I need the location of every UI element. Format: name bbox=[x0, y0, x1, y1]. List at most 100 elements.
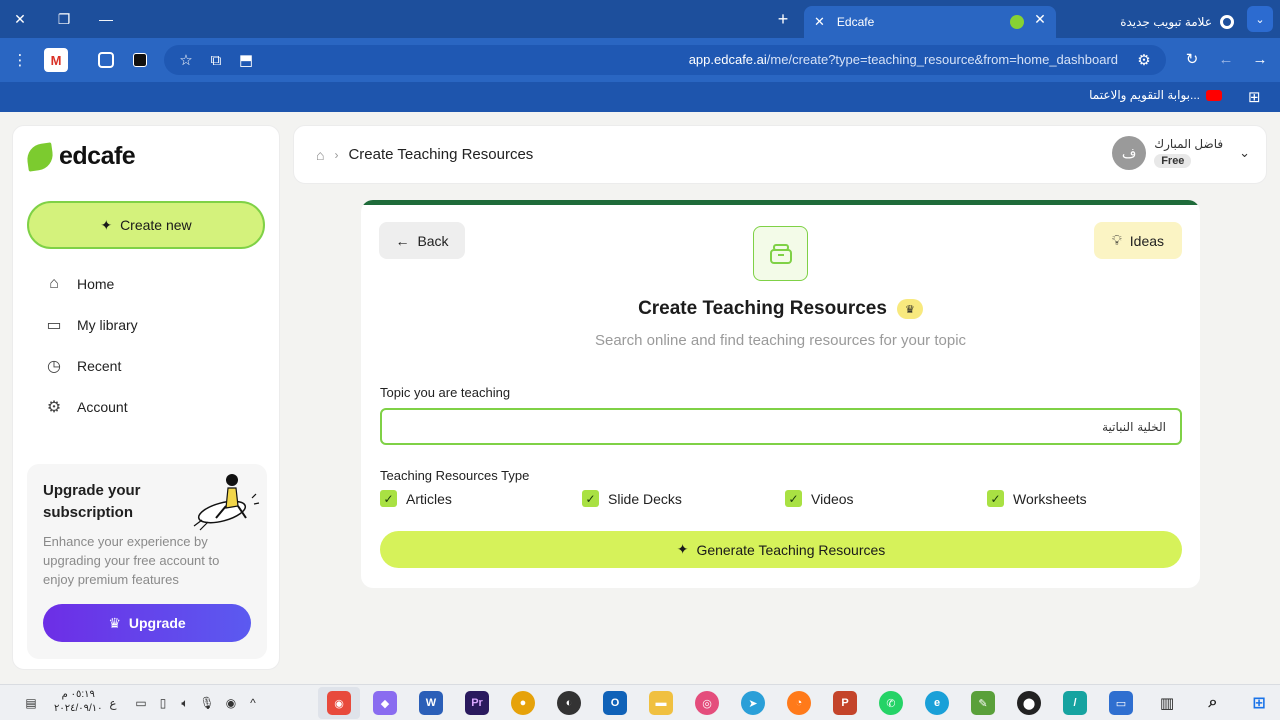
chevron-up-icon[interactable]: ^ bbox=[244, 694, 262, 712]
window-restore-icon[interactable]: ❐ bbox=[52, 7, 76, 31]
app-maps-icon[interactable]: ⬤ bbox=[1017, 691, 1041, 715]
chevron-down-icon[interactable]: ⌄ bbox=[1239, 145, 1250, 161]
forward-arrow-icon[interactable]: → bbox=[1248, 47, 1272, 71]
sidebar-item-label: My library bbox=[77, 317, 138, 333]
new-tab-icon[interactable]: + bbox=[771, 7, 795, 31]
battery-icon[interactable]: ▯ bbox=[154, 694, 172, 712]
bookmark-item[interactable]: بوابة التقويم والاعتما... bbox=[1089, 88, 1222, 102]
page-title: Create Teaching Resources ♛ bbox=[361, 298, 1200, 320]
avatar: ف bbox=[1112, 136, 1147, 170]
check-icon: ✓ bbox=[380, 490, 397, 507]
app-photos-icon[interactable]: ◎ bbox=[695, 691, 719, 715]
install-app-icon[interactable]: ⬒ bbox=[234, 48, 258, 72]
chevron-right-icon: › bbox=[334, 147, 339, 162]
app-whatsapp-icon[interactable]: ✆ bbox=[879, 691, 903, 715]
sparkle-icon: ✦ bbox=[100, 216, 113, 233]
window-minimize-icon[interactable]: — bbox=[94, 7, 118, 31]
checkbox-label: Worksheets bbox=[1013, 490, 1087, 507]
tab-edcafe[interactable]: ✕ Edcafe bbox=[804, 6, 1056, 38]
home-icon[interactable]: ⌂ bbox=[316, 147, 324, 163]
back-button[interactable]: ← Back bbox=[379, 222, 465, 259]
app-edcafe-icon[interactable]: ◉ bbox=[327, 691, 351, 715]
sidebar-item-recent[interactable]: ◷ Recent bbox=[43, 355, 121, 377]
create-new-button[interactable]: ✦ Create new bbox=[27, 201, 265, 249]
url-text: app.edcafe.ai/me/create?type=teaching_re… bbox=[688, 52, 1118, 67]
back-arrow-icon[interactable]: ← bbox=[1214, 47, 1238, 71]
upgrade-description: Enhance your experience by upgrading you… bbox=[43, 534, 220, 587]
clock[interactable]: ٠٥:١٩ م ٢٠٢٤/٠٩/١٠ bbox=[54, 688, 103, 716]
edcafe-logo[interactable]: edcafe bbox=[25, 141, 136, 172]
app-outlook-icon[interactable]: O bbox=[603, 691, 627, 715]
language-indicator[interactable]: ع bbox=[104, 694, 122, 712]
extensions-icon[interactable] bbox=[94, 48, 118, 72]
app-word-icon[interactable]: W bbox=[419, 691, 443, 715]
site-settings-icon[interactable]: ⚙ bbox=[1132, 48, 1156, 72]
user-name: فاضل المبارك bbox=[1154, 137, 1224, 151]
app-powerpoint-icon[interactable]: P bbox=[833, 691, 857, 715]
recording-icon[interactable]: ◉ bbox=[222, 694, 240, 712]
app-pen-icon[interactable]: / bbox=[1063, 691, 1087, 715]
app-telegram-icon[interactable]: ➤ bbox=[741, 691, 765, 715]
tab-search-icon[interactable]: ⌄ bbox=[1247, 6, 1273, 32]
gmail-icon[interactable]: M bbox=[44, 48, 68, 72]
address-bar[interactable]: ☆ ⧉ ⬒ app.edcafe.ai/me/create?type=teach… bbox=[164, 45, 1166, 75]
sidebar-item-home[interactable]: ⌂ Home bbox=[43, 273, 114, 295]
app-widget-icon[interactable]: ▭ bbox=[1109, 691, 1133, 715]
clock-time: ٠٥:١٩ م bbox=[61, 689, 95, 700]
menu-dots-icon[interactable]: ⋮ bbox=[8, 48, 32, 72]
breadcrumb: ⌂ › Create Teaching Resources bbox=[316, 146, 533, 163]
resource-type-options: ✓ Articles ✓ Slide Decks ✓ Videos ✓ Work… bbox=[380, 490, 1182, 510]
reload-icon[interactable]: ↻ bbox=[1180, 47, 1204, 71]
title-text: Create Teaching Resources bbox=[638, 298, 887, 319]
crown-icon: ♛ bbox=[896, 299, 923, 319]
generate-label: Generate Teaching Resources bbox=[696, 541, 886, 558]
sidebar: edcafe ✦ Create new ⌂ Home ▭ My library … bbox=[12, 125, 280, 670]
checkbox-worksheets[interactable]: ✓ Worksheets bbox=[987, 490, 1087, 507]
app-firefox-icon[interactable]: ◔ bbox=[787, 691, 811, 715]
tab-close-icon[interactable]: ✕ bbox=[814, 14, 825, 30]
topic-input[interactable] bbox=[380, 408, 1182, 445]
apps-grid-icon[interactable]: ⊞ bbox=[1248, 88, 1261, 106]
generate-button[interactable]: ✦ Generate Teaching Resources bbox=[380, 531, 1182, 568]
checkbox-slide-decks[interactable]: ✓ Slide Decks bbox=[582, 490, 682, 507]
check-icon: ✓ bbox=[785, 490, 802, 507]
checkbox-articles[interactable]: ✓ Articles bbox=[380, 490, 452, 507]
app-edge-icon[interactable]: e bbox=[925, 691, 949, 715]
windows-start-icon[interactable]: ⊞ bbox=[1247, 691, 1271, 715]
app-chrome-icon[interactable]: ● bbox=[511, 691, 535, 715]
ideas-button[interactable]: 💡︎ Ideas bbox=[1094, 222, 1182, 259]
notification-icon[interactable]: ▤ bbox=[22, 694, 40, 712]
tab-new-tab[interactable]: علامة تبويب جديدة bbox=[1110, 6, 1240, 38]
ideas-label: Ideas bbox=[1129, 232, 1165, 249]
search-icon[interactable]: ⌕ bbox=[1201, 691, 1225, 715]
plan-badge: Free bbox=[1154, 154, 1192, 168]
bookmark-star-icon[interactable]: ☆ bbox=[174, 48, 198, 72]
translate-icon[interactable]: ⧉ bbox=[204, 48, 228, 72]
sidebar-item-account[interactable]: ⚙ Account bbox=[43, 396, 128, 418]
user-menu[interactable]: ف فاضل المبارك Free ⌄ bbox=[1112, 136, 1250, 170]
sidebar-item-label: Recent bbox=[77, 358, 122, 374]
app-copilot-icon[interactable]: ◆ bbox=[373, 691, 397, 715]
checkbox-videos[interactable]: ✓ Videos bbox=[785, 490, 854, 507]
tab-close-icon[interactable]: ✕ bbox=[1028, 7, 1052, 31]
app-obs-icon[interactable]: ◐ bbox=[557, 691, 581, 715]
logo-text: edcafe bbox=[59, 142, 136, 170]
task-view-icon[interactable]: ▥ bbox=[1155, 691, 1179, 715]
windows-taskbar: ▤ ٠٥:١٩ م ٢٠٢٤/٠٩/١٠ ع ▭ ▯ 🔈︎ 🎙︎ ◉ ^ ◉ ◆… bbox=[0, 684, 1280, 720]
checkbox-label: Articles bbox=[406, 490, 452, 507]
app-tool-icon[interactable]: ✎ bbox=[971, 691, 995, 715]
upgrade-card: Upgrade your subscription Enhance your e… bbox=[27, 464, 267, 659]
resource-types-label: Teaching Resources Type bbox=[380, 468, 530, 483]
network-icon[interactable]: ▭ bbox=[132, 694, 150, 712]
app-premiere-icon[interactable]: Pr bbox=[465, 691, 489, 715]
sidebar-item-my-library[interactable]: ▭ My library bbox=[43, 314, 138, 336]
volume-icon[interactable]: 🔈︎ bbox=[176, 694, 194, 712]
rocket-girl-illustration bbox=[193, 474, 260, 531]
microphone-icon[interactable]: 🎙︎ bbox=[198, 694, 216, 712]
create-new-label: Create new bbox=[120, 217, 192, 233]
app-file-explorer-icon[interactable]: ▬ bbox=[649, 691, 673, 715]
upgrade-button[interactable]: ♛ Upgrade bbox=[43, 604, 251, 642]
extension-square-icon[interactable] bbox=[128, 48, 152, 72]
window-close-icon[interactable]: ✕ bbox=[8, 7, 32, 31]
upgrade-title: Upgrade your subscription bbox=[43, 482, 141, 521]
